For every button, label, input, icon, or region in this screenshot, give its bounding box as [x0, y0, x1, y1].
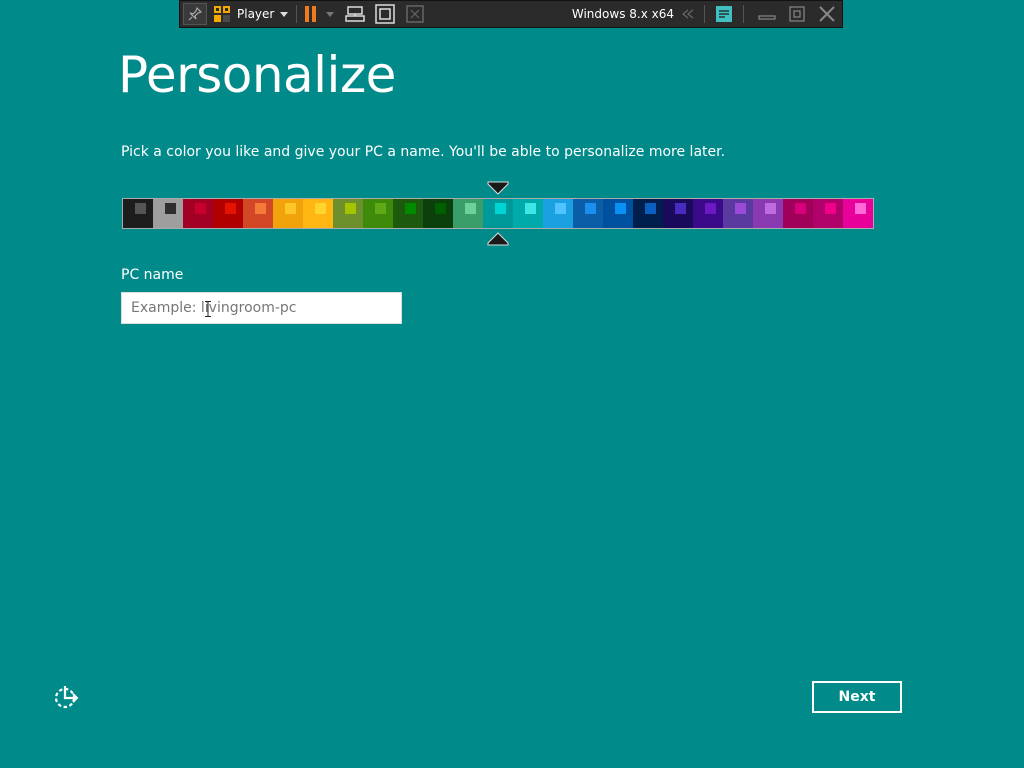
color-swatch[interactable] [183, 199, 213, 228]
color-swatch-chip [765, 203, 776, 214]
color-swatch-chip [555, 203, 566, 214]
close-button[interactable] [812, 1, 842, 27]
color-swatch-chip [375, 203, 386, 214]
color-swatch-chip [705, 203, 716, 214]
vmware-logo-icon [214, 6, 230, 22]
color-swatch[interactable] [483, 199, 513, 228]
color-swatch[interactable] [243, 199, 273, 228]
color-swatch-chip [465, 203, 476, 214]
page-title: Personalize [118, 46, 396, 104]
color-swatch-chip [165, 203, 176, 214]
color-swatch-chip [645, 203, 656, 214]
color-swatch[interactable] [663, 199, 693, 228]
accent-color-picker[interactable] [122, 198, 874, 229]
next-button[interactable]: Next [812, 681, 902, 713]
color-swatch[interactable] [333, 199, 363, 228]
collapse-icon[interactable] [680, 7, 696, 21]
i-beam-cursor-icon [205, 301, 211, 317]
send-ctrl-alt-del-button[interactable] [344, 1, 366, 27]
fullscreen-icon [375, 4, 396, 24]
color-swatch-chip [495, 203, 506, 214]
color-swatch[interactable] [843, 199, 873, 228]
color-swatch[interactable] [753, 199, 783, 228]
color-swatch-chip [615, 203, 626, 214]
pc-name-input[interactable] [121, 292, 402, 324]
minimize-icon [758, 15, 776, 20]
color-swatch-chip [405, 203, 416, 214]
color-swatch[interactable] [453, 199, 483, 228]
color-swatch[interactable] [723, 199, 753, 228]
pin-icon[interactable] [183, 3, 207, 25]
unity-button[interactable] [404, 1, 426, 27]
restore-icon [789, 6, 805, 22]
color-swatch[interactable] [213, 199, 243, 228]
color-swatch[interactable] [543, 199, 573, 228]
color-swatch[interactable] [153, 199, 183, 228]
color-swatch-chip [585, 203, 596, 214]
color-swatch[interactable] [573, 199, 603, 228]
color-swatch[interactable] [393, 199, 423, 228]
player-label: Player [237, 7, 275, 21]
vm-player-toolbar: Player Windows 8.x x64 [179, 0, 843, 28]
color-swatch[interactable] [273, 199, 303, 228]
toolbar-divider [296, 5, 298, 23]
vm-name-label: Windows 8.x x64 [571, 7, 674, 21]
pc-name-label: PC name [121, 267, 184, 283]
page-subtitle: Pick a color you like and give your PC a… [121, 144, 726, 160]
color-swatch[interactable] [813, 199, 843, 228]
restore-button[interactable] [782, 1, 812, 27]
color-swatch-chip [345, 203, 356, 214]
chevron-down-icon [280, 11, 289, 17]
color-swatch[interactable] [693, 199, 723, 228]
color-swatch-chip [855, 203, 866, 214]
color-swatch-chip [525, 203, 536, 214]
color-slider-bottom-marker[interactable] [487, 232, 509, 246]
color-swatch-chip [435, 203, 446, 214]
toolbar-divider [704, 5, 705, 23]
minimize-button[interactable] [752, 1, 782, 27]
color-swatch-chip [285, 203, 296, 214]
color-swatch-chip [675, 203, 686, 214]
color-slider-top-marker[interactable] [487, 181, 509, 195]
color-swatch[interactable] [633, 199, 663, 228]
color-swatch-chip [195, 203, 206, 214]
notes-button[interactable] [713, 1, 735, 27]
unity-icon [406, 5, 425, 23]
color-swatch[interactable] [303, 199, 333, 228]
color-swatch-chip [825, 203, 836, 214]
color-swatch[interactable] [363, 199, 393, 228]
keyboard-icon [345, 6, 366, 22]
message-log-icon [716, 6, 732, 22]
color-swatch-chip [255, 203, 266, 214]
ease-of-access-icon[interactable] [51, 683, 81, 711]
color-swatch-chip [225, 203, 236, 214]
pause-button[interactable] [305, 1, 317, 27]
close-icon [819, 6, 835, 22]
toolbar-divider [743, 5, 744, 23]
pause-icon [305, 6, 317, 22]
color-swatch[interactable] [783, 199, 813, 228]
color-swatch[interactable] [603, 199, 633, 228]
color-swatch[interactable] [513, 199, 543, 228]
color-swatch-chip [735, 203, 746, 214]
color-swatch-chip [795, 203, 806, 214]
color-swatch-chip [315, 203, 326, 214]
color-swatch[interactable] [423, 199, 453, 228]
player-menu-button[interactable]: Player [213, 1, 289, 27]
fullscreen-button[interactable] [374, 1, 396, 27]
color-swatch[interactable] [123, 199, 153, 228]
color-swatch-chip [135, 203, 146, 214]
chevron-down-icon[interactable] [326, 11, 335, 17]
